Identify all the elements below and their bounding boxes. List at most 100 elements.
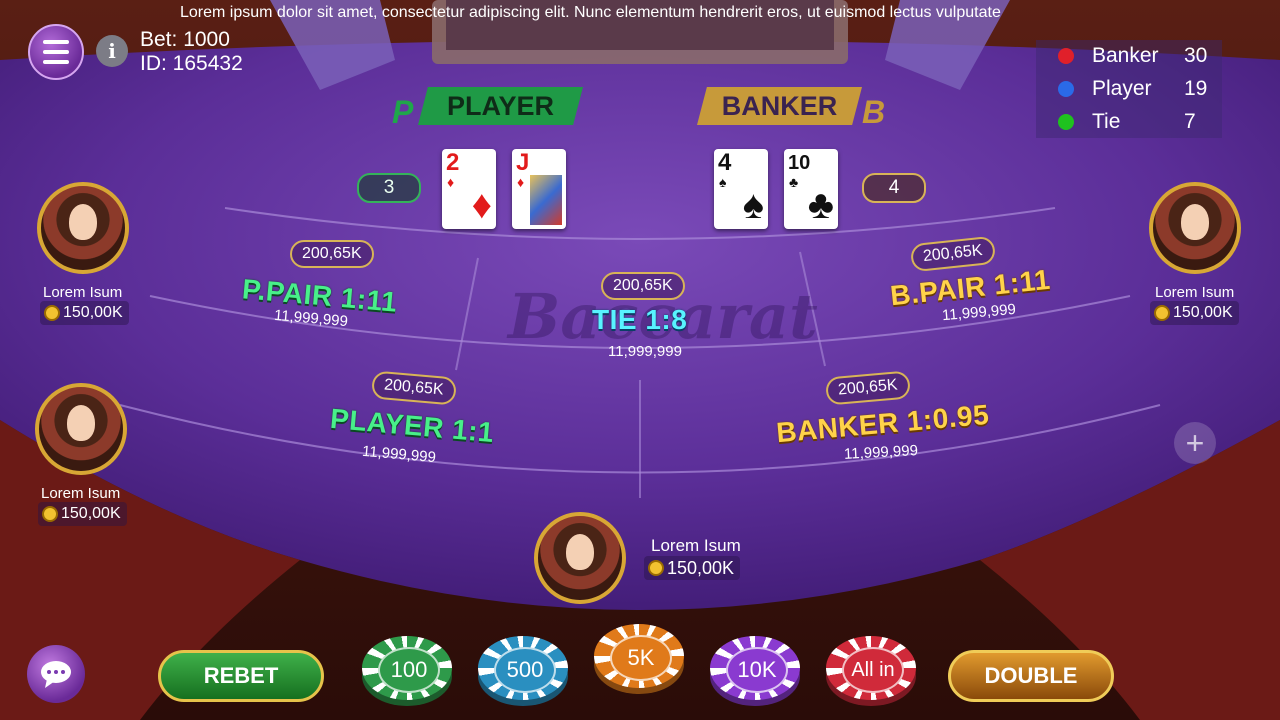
banker-header: BANKER [697,87,862,125]
club-icon: ♣ [807,183,834,227]
stat-name: Tie [1092,110,1121,133]
stat-row-banker: Banker 30 [1036,40,1222,72]
jack-face-icon [530,175,562,225]
player-name: Lorem Isum [1155,284,1235,301]
bet-chip-total: 200,65K [370,370,457,406]
avatar [35,383,127,475]
card-rank: J [516,149,530,176]
avatar-face [566,534,594,570]
player-score: 3 [357,173,421,203]
balance-value: 150,00K [1173,304,1233,321]
bet-area-player[interactable]: 200,65K PLAYER 1:1 11,999,999 [320,370,510,470]
stat-value: 7 [1184,110,1196,133]
tie-dot-icon [1058,114,1074,130]
menu-icon-bar [43,60,69,64]
coin-icon [42,506,58,522]
bet-chip-total: 200,65K [824,370,911,406]
diamond-icon: ♦ [517,174,525,190]
player-balance: 150,00K [40,301,129,325]
diamond-icon: ♦ [471,183,492,227]
menu-icon [43,40,69,44]
results-stats: Banker 30 Player 19 Tie 7 [1036,40,1222,138]
banker-card-2: 10 ♣ ♣ [784,149,838,229]
diamond-icon: ♦ [447,174,455,190]
chip-500[interactable]: 500 [478,636,568,706]
bet-area-banker[interactable]: 200,65K BANKER 1:0.95 11,999,999 [770,370,1000,472]
chip-label: All in [842,647,904,693]
menu-button[interactable] [28,24,84,80]
bet-amount: 11,999,999 [843,442,919,463]
player-balance: 150,00K [38,502,127,526]
spade-icon: ♠ [742,183,764,227]
bet-area-p-pair[interactable]: 200,65K P.PAIR 1:11 11,999,999 [230,232,420,332]
marquee-text: Lorem ipsum dolor sit amet, consectetur … [180,4,1001,21]
player-card-1: 2 ♦ ♦ [442,149,496,229]
player-name: Lorem Isum [41,485,121,502]
player-id: ID: 165432 [140,52,243,75]
spade-icon: ♠ [719,174,727,190]
bet-info: Bet: 1000 ID: 165432 [140,28,243,76]
player-header: PLAYER [418,87,583,125]
chat-button[interactable] [27,645,85,703]
coin-icon [1154,305,1170,321]
stat-value: 30 [1184,44,1208,67]
player-balance: 150,00K [644,556,741,580]
stat-row-tie: Tie 7 [1036,106,1222,138]
chip-10k[interactable]: 10K [710,636,800,706]
bet-label: TIE 1:8 [592,304,688,335]
card-rank: 2 [446,149,460,176]
add-player-button[interactable]: + [1174,422,1216,464]
chat-icon [41,661,71,688]
avatar-face [69,204,97,240]
banker-dot-icon [1058,48,1074,64]
stat-name: Banker [1092,44,1159,67]
club-icon: ♣ [789,174,799,190]
avatar [1149,182,1241,274]
player-card-2: J ♦ [512,149,566,229]
bet-label: BANKER 1:0.95 [775,398,991,449]
menu-icon-bar [43,50,69,54]
chip-label: 500 [494,647,556,693]
seat-self[interactable]: Lorem Isum 150,00K [534,512,774,612]
stat-row-player: Player 19 [1036,73,1222,105]
chip-label: 5K [610,635,672,681]
info-icon: i [108,39,116,63]
bet-amount: 11,999,999 [608,343,682,360]
bet-chip-total: 200,65K [601,272,685,300]
avatar [37,182,129,274]
stat-value: 19 [1184,77,1208,100]
banker-card-1: 4 ♠ ♠ [714,149,768,229]
seat-top-left[interactable]: Lorem Isum 150,00K [30,182,140,332]
banker-score: 4 [862,173,926,203]
chip-label: 10K [726,647,788,693]
chip-5k-selected[interactable]: 5K [594,624,684,694]
player-letter: P [392,94,414,130]
chip-label: 100 [378,647,440,693]
chip-100[interactable]: 100 [362,636,452,706]
coin-icon [44,305,60,321]
coin-icon [648,560,664,576]
bet-area-tie[interactable]: 200,65K TIE 1:8 11,999,999 [560,272,730,362]
bet-amount: Bet: 1000 [140,28,230,51]
bet-chip-total: 200,65K [909,235,996,273]
player-name: Lorem Isum [43,284,123,301]
player-dot-icon [1058,81,1074,97]
bet-area-b-pair[interactable]: 200,65K B.PAIR 1:11 11,999,999 [880,235,1070,336]
chip-all-in[interactable]: All in [826,636,916,706]
seat-bottom-left[interactable]: Lorem Isum 150,00K [28,383,138,533]
avatar-face [1181,204,1209,240]
rebet-button[interactable]: REBET [158,650,324,702]
double-button[interactable]: DOUBLE [948,650,1114,702]
player-balance: 150,00K [1150,301,1239,325]
balance-value: 150,00K [63,304,123,321]
info-button[interactable]: i [96,35,128,67]
balance-value: 150,00K [667,557,735,578]
card-rank: 10 [788,152,811,174]
stat-name: Player [1092,77,1152,100]
seat-top-right[interactable]: Lorem Isum 150,00K [1142,182,1252,332]
player-name: Lorem Isum [651,536,741,555]
bet-amount: 11,999,999 [361,442,437,467]
bet-label: PLAYER 1:1 [329,402,496,449]
avatar [534,512,626,604]
banker-letter: B [862,94,886,130]
